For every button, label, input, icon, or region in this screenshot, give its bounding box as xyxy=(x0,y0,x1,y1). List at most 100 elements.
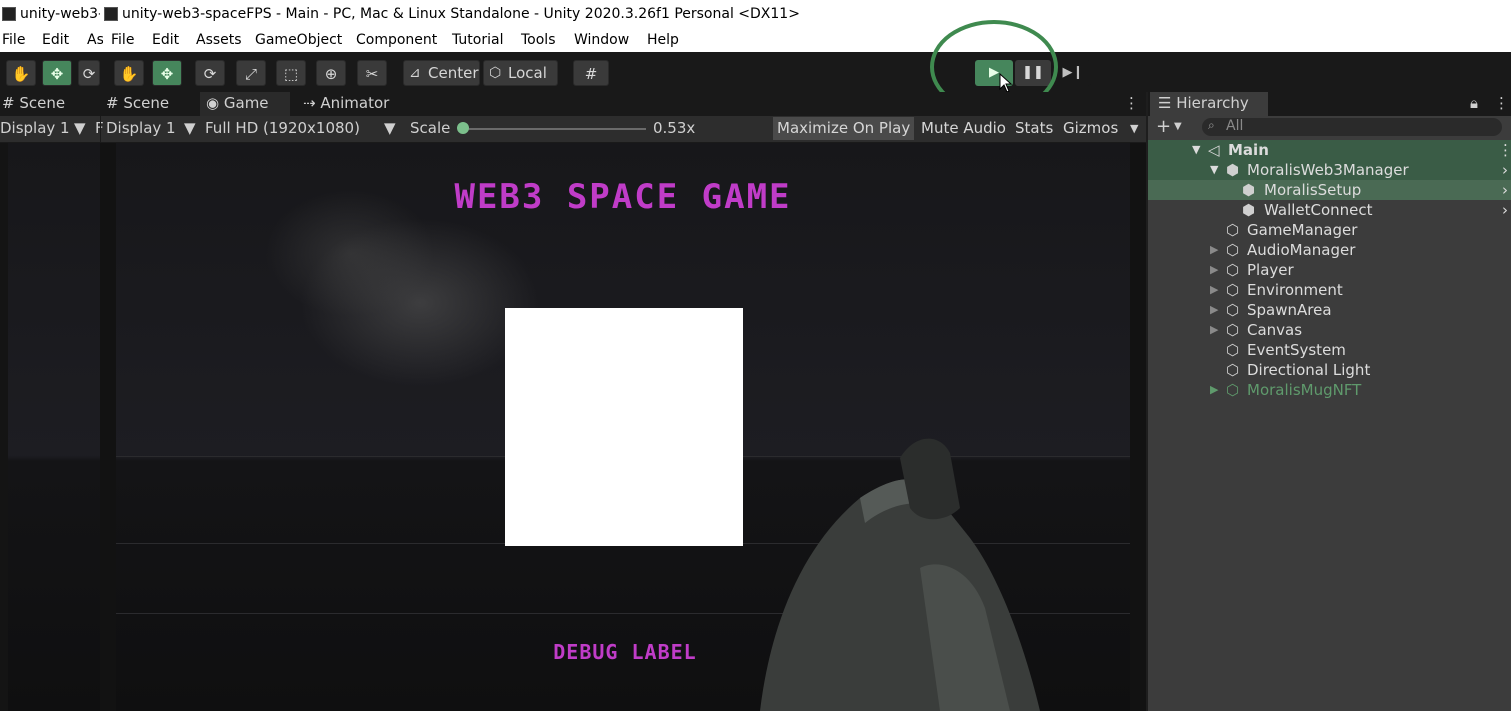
gameobject-cube-icon: ⬡ xyxy=(1226,301,1240,319)
chevron-right-icon: › xyxy=(1502,181,1508,199)
menu-edit[interactable]: Edit xyxy=(152,32,179,48)
hierarchy-kebab-icon[interactable]: ⋮ xyxy=(1494,92,1509,116)
collapse-arrow-icon: ▶ xyxy=(1210,323,1219,336)
debug-label: DEBUG LABEL xyxy=(553,640,697,664)
move-tool-icon[interactable]: ✥ xyxy=(42,60,72,86)
animator-icon: ⇢ xyxy=(303,94,316,112)
expand-arrow-icon: ▼ xyxy=(1210,163,1219,176)
window-tab-2[interactable]: unity-web3-spaceFPS - Main - PC, Mac & L… xyxy=(104,0,804,30)
menu-help[interactable]: Help xyxy=(647,32,679,48)
tab-game[interactable]: ◉ Game xyxy=(200,92,290,116)
hierarchy-item-audiomanager[interactable]: ▶ ⬡ AudioManager xyxy=(1148,240,1511,260)
menu-file-left[interactable]: File xyxy=(2,32,25,48)
hierarchy-item-moralismugnft[interactable]: ▶ ⬡ MoralisMugNFT xyxy=(1148,380,1511,400)
tab-hierarchy-label: Hierarchy xyxy=(1176,94,1249,112)
hand-tool-icon[interactable]: ✋ xyxy=(114,60,144,86)
collapse-arrow-icon: ▶ xyxy=(1210,283,1219,296)
game-title: WEB3 SPACE GAME xyxy=(454,177,792,217)
hierarchy-item-walletconnect[interactable]: ⬢ WalletConnect › xyxy=(1148,200,1511,220)
hierarchy-item-environment[interactable]: ▶ ⬡ Environment xyxy=(1148,280,1511,300)
game-view[interactable]: WEB3 SPACE GAME DEBUG LABEL xyxy=(0,143,1146,711)
hierarchy-item-label: AudioManager xyxy=(1247,241,1356,259)
player-weapon-model xyxy=(760,438,1040,711)
hierarchy-item-eventsystem[interactable]: ⬡ EventSystem xyxy=(1148,340,1511,360)
grid-snap-icon[interactable]: # xyxy=(573,60,609,86)
chevron-right-icon: › xyxy=(1502,161,1508,179)
pivot-local-button[interactable]: ⬡ Local xyxy=(483,60,558,86)
scale-label: Scale xyxy=(410,119,451,137)
lock-icon[interactable]: 🔒︎ xyxy=(1470,92,1478,116)
hierarchy-item-directional-light[interactable]: ⬡ Directional Light xyxy=(1148,360,1511,380)
rect-tool-icon[interactable]: ⬚ xyxy=(276,60,306,86)
tab-hierarchy[interactable]: ☰ Hierarchy xyxy=(1150,92,1268,116)
menu-gameobject[interactable]: GameObject xyxy=(255,32,342,48)
pivot-icon: ⊿ xyxy=(409,65,421,81)
tab-menu-kebab-icon[interactable]: ⋮ xyxy=(1124,92,1139,116)
left-display-select[interactable]: Display 1 xyxy=(0,119,70,137)
hierarchy-list-icon: ☰ xyxy=(1158,94,1172,112)
rotate-tool-icon[interactable]: ⟳ xyxy=(78,60,100,86)
gameobject-cube-icon: ⬡ xyxy=(1226,321,1240,339)
hierarchy-item-canvas[interactable]: ▶ ⬡ Canvas xyxy=(1148,320,1511,340)
menu-component[interactable]: Component xyxy=(356,32,437,48)
hierarchy-item-label: Directional Light xyxy=(1247,361,1371,379)
window-tab-1-title: unity-web3-s xyxy=(20,6,100,22)
qr-image-panel xyxy=(505,308,743,546)
expand-arrow-icon: ▼ xyxy=(1192,143,1201,156)
menu-file[interactable]: File xyxy=(111,32,134,48)
menu-tools[interactable]: Tools xyxy=(521,32,556,48)
menu-edit-left[interactable]: Edit xyxy=(42,32,69,48)
transform-tool-icon[interactable]: ⊕ xyxy=(316,60,346,86)
resolution-select[interactable]: Full HD (1920x1080) xyxy=(205,119,360,137)
custom-tool-icon[interactable]: ✂ xyxy=(357,60,387,86)
hierarchy-item-moralissetup[interactable]: ⬢ MoralisSetup › xyxy=(1148,180,1511,200)
dropdown-arrow-icon[interactable]: ▼ xyxy=(1174,121,1182,132)
add-icon[interactable]: + xyxy=(1156,116,1171,137)
hierarchy-toolbar: + ▼ ⌕ All xyxy=(1148,116,1511,141)
search-icon: ⌕ xyxy=(1208,118,1215,132)
move-tool-icon[interactable]: ✥ xyxy=(152,60,182,86)
window-tab-1[interactable]: unity-web3-s xyxy=(2,0,100,30)
menu-assets[interactable]: Assets xyxy=(196,32,242,48)
stats-toggle[interactable]: Stats xyxy=(1011,117,1057,140)
tab-scene-label: Scene xyxy=(123,94,170,112)
mute-audio-toggle[interactable]: Mute Audio xyxy=(917,117,1010,140)
gizmos-toggle[interactable]: Gizmos xyxy=(1059,117,1122,140)
menu-window[interactable]: Window xyxy=(574,32,629,48)
hierarchy-item-gamemanager[interactable]: ⬡ GameManager xyxy=(1148,220,1511,240)
tab-scene[interactable]: # Scene xyxy=(106,92,202,116)
scene-grid-icon: # xyxy=(106,94,119,112)
hierarchy-item-spawnarea[interactable]: ▶ ⬡ SpawnArea xyxy=(1148,300,1511,320)
step-button[interactable]: ▶❙ xyxy=(1055,60,1091,86)
pivot-center-button[interactable]: ⊿ Center xyxy=(403,60,480,86)
scale-slider-handle[interactable] xyxy=(457,122,469,134)
scale-value: 0.53x xyxy=(653,119,696,137)
hierarchy-item-label: MoralisWeb3Manager xyxy=(1247,161,1409,179)
pivot-local-label: Local xyxy=(508,64,547,82)
menu-assets-left[interactable]: As xyxy=(87,32,103,48)
hand-tool-icon[interactable]: ✋ xyxy=(6,60,36,86)
cube-icon: ⬡ xyxy=(489,65,502,81)
hierarchy-search-input[interactable]: ⌕ All xyxy=(1202,118,1502,136)
hierarchy-panel: + ▼ ⌕ All ▼ ◁ Main ⋮ ▼ ⬢ MoralisWeb3Mana… xyxy=(1148,116,1511,711)
gameobject-cube-icon: ⬡ xyxy=(1226,261,1240,279)
tab-animator[interactable]: ⇢ Animator xyxy=(303,92,403,116)
rotate-tool-icon[interactable]: ⟳ xyxy=(195,60,225,86)
scale-slider[interactable] xyxy=(462,128,646,130)
hierarchy-item-label: SpawnArea xyxy=(1247,301,1332,319)
gameobject-cube-icon: ⬡ xyxy=(1226,281,1240,299)
scene-menu-kebab-icon[interactable]: ⋮ xyxy=(1498,140,1511,160)
display-select[interactable]: Display 1 xyxy=(106,119,176,137)
menu-tutorial[interactable]: Tutorial xyxy=(452,32,503,48)
hierarchy-item-player[interactable]: ▶ ⬡ Player xyxy=(1148,260,1511,280)
tab-scene-left[interactable]: # Scene xyxy=(0,92,96,116)
dropdown-arrow-icon: ▼ xyxy=(384,119,396,137)
scene-row-main[interactable]: ▼ ◁ Main ⋮ xyxy=(1148,140,1511,160)
collapse-arrow-icon: ▶ xyxy=(1210,243,1219,256)
hierarchy-item-moralisweb3manager[interactable]: ▼ ⬢ MoralisWeb3Manager › xyxy=(1148,160,1511,180)
tab-scene-left-label: Scene xyxy=(19,94,66,112)
collapse-arrow-icon: ▶ xyxy=(1210,263,1219,276)
gameobject-cube-icon: ⬡ xyxy=(1226,361,1240,379)
scale-tool-icon[interactable]: ⤢ xyxy=(236,60,266,86)
maximize-on-play-toggle[interactable]: Maximize On Play xyxy=(773,117,915,140)
